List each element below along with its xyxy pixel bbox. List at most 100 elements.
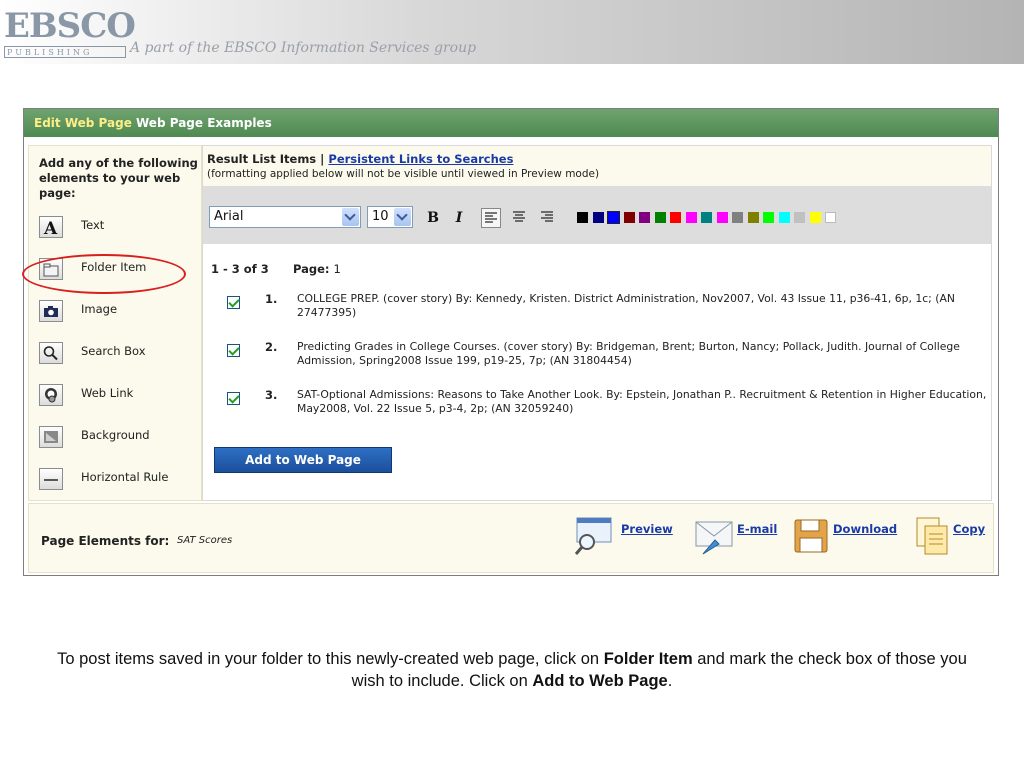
- result-item: 1. COLLEGE PREP. (cover story) By: Kenne…: [203, 292, 991, 336]
- globe-link-icon: [39, 384, 63, 406]
- add-to-web-page-button[interactable]: Add to Web Page: [214, 447, 392, 473]
- svg-text:A: A: [43, 219, 58, 235]
- result-number: 2.: [265, 340, 278, 354]
- preview-icon: [574, 517, 612, 555]
- caption-bold-add-to-web-page: Add to Web Page: [532, 672, 668, 690]
- color-swatch[interactable]: [794, 212, 805, 223]
- copy-link[interactable]: Copy: [953, 522, 985, 536]
- email-link[interactable]: E-mail: [737, 522, 777, 536]
- chevron-down-icon: [342, 208, 359, 226]
- logo-subtext: PUBLISHING: [4, 46, 126, 58]
- color-swatch[interactable]: [592, 212, 604, 223]
- email-action[interactable]: E-mail: [693, 514, 791, 558]
- page-elements-footer: Page Elements for: SAT Scores Preview E-…: [28, 503, 994, 573]
- bold-button[interactable]: B: [423, 208, 443, 228]
- italic-button[interactable]: I: [449, 208, 469, 228]
- tool-image-label: Image: [81, 302, 118, 316]
- tool-web-link-label: Web Link: [81, 386, 134, 400]
- result-list-header: Result List Items | Persistent Links to …: [203, 146, 991, 186]
- background-icon: [39, 426, 63, 448]
- result-item: 2. Predicting Grades in College Courses.…: [203, 340, 991, 384]
- caption-text-1: To post items saved in your folder to th…: [57, 650, 604, 668]
- tool-background-label: Background: [81, 428, 150, 442]
- logo-wordmark: EBSCO: [4, 6, 136, 46]
- page-indicator: Page: 1: [293, 262, 341, 276]
- result-list-title-line: Result List Items | Persistent Links to …: [207, 152, 513, 166]
- color-swatch[interactable]: [654, 212, 666, 223]
- color-swatch[interactable]: [778, 212, 790, 223]
- download-action[interactable]: Download: [791, 514, 903, 558]
- result-citation: Predicting Grades in College Courses. (c…: [297, 340, 960, 367]
- tool-web-link[interactable]: Web Link: [39, 380, 201, 410]
- text-icon: A: [39, 216, 63, 238]
- slide-caption: To post items saved in your folder to th…: [40, 648, 984, 692]
- result-number: 3.: [265, 388, 278, 402]
- copy-icon: [916, 517, 948, 555]
- color-swatch[interactable]: [809, 212, 821, 223]
- elements-panel-heading: Add any of the following elements to you…: [39, 156, 198, 200]
- result-count: 1 - 3 of 3 Page: 1: [211, 262, 341, 276]
- font-family-select[interactable]: Arial: [209, 206, 361, 228]
- color-swatch[interactable]: [670, 212, 681, 223]
- window-titlebar: Edit Web Page Web Page Examples: [24, 109, 998, 137]
- caption-text-3: .: [667, 672, 673, 690]
- magnifier-icon: [39, 342, 63, 364]
- result-citation: COLLEGE PREP. (cover story) By: Kennedy,…: [297, 292, 955, 319]
- color-swatch[interactable]: [607, 211, 620, 224]
- align-center-button[interactable]: [509, 208, 529, 228]
- formatting-note: (formatting applied below will not be vi…: [207, 168, 600, 180]
- web-page-name: Web Page Examples: [136, 116, 272, 130]
- color-swatch[interactable]: [763, 212, 774, 223]
- page-elements-label: Page Elements for:: [41, 534, 170, 548]
- ebsco-banner: EBSCO PUBLISHING A part of the EBSCO Inf…: [0, 0, 1024, 64]
- download-icon: [794, 519, 828, 553]
- ebsco-logo: EBSCO PUBLISHING: [4, 5, 136, 59]
- align-left-button[interactable]: [481, 208, 501, 228]
- email-icon: [695, 521, 733, 555]
- result-range: 1 - 3 of 3: [211, 262, 269, 276]
- header-separator: |: [320, 152, 325, 166]
- folder-item-highlight-ellipse: [22, 254, 186, 294]
- font-size-value: 10: [372, 209, 389, 224]
- align-center-icon: [513, 211, 525, 222]
- page-number[interactable]: 1: [334, 262, 341, 276]
- color-swatch[interactable]: [577, 212, 588, 223]
- tool-text-label: Text: [81, 218, 105, 232]
- copy-action[interactable]: Copy: [913, 514, 991, 558]
- page-elements-value: SAT Scores: [177, 535, 233, 546]
- preview-link[interactable]: Preview: [621, 522, 673, 536]
- tool-text[interactable]: A Text: [39, 212, 201, 242]
- tool-search-box[interactable]: Search Box: [39, 338, 201, 368]
- color-swatch[interactable]: [623, 212, 635, 223]
- font-size-select[interactable]: 10: [367, 206, 413, 228]
- align-right-icon: [541, 211, 553, 222]
- formatting-toolbar: Arial 10 B I: [203, 186, 991, 244]
- color-swatch[interactable]: [825, 212, 836, 223]
- result-number: 1.: [265, 292, 278, 306]
- color-swatch[interactable]: [685, 212, 697, 223]
- tool-horizontal-rule[interactable]: Horizontal Rule: [39, 464, 201, 494]
- result-checkbox[interactable]: [227, 344, 240, 357]
- align-right-button[interactable]: [537, 208, 557, 228]
- download-link[interactable]: Download: [833, 522, 897, 536]
- color-swatch[interactable]: [747, 212, 759, 223]
- edit-web-page-title: Edit Web Page: [34, 116, 132, 130]
- color-swatch[interactable]: [639, 212, 650, 223]
- camera-icon: [39, 300, 63, 322]
- align-left-icon: [485, 212, 497, 223]
- preview-action[interactable]: Preview: [573, 514, 679, 558]
- result-checkbox[interactable]: [227, 296, 240, 309]
- result-checkbox[interactable]: [227, 392, 240, 405]
- tool-search-box-label: Search Box: [81, 344, 146, 358]
- font-family-value: Arial: [214, 209, 244, 224]
- result-item: 3. SAT-Optional Admissions: Reasons to T…: [203, 388, 991, 432]
- page-label: Page:: [293, 262, 330, 276]
- tool-horizontal-rule-label: Horizontal Rule: [81, 470, 169, 484]
- tool-image[interactable]: Image: [39, 296, 201, 326]
- color-swatch[interactable]: [701, 212, 712, 223]
- color-swatch[interactable]: [716, 212, 728, 223]
- tool-background[interactable]: Background: [39, 422, 201, 452]
- color-swatch[interactable]: [732, 212, 743, 223]
- persistent-links-link[interactable]: Persistent Links to Searches: [328, 152, 513, 166]
- edit-web-page-window: Edit Web Page Web Page Examples Add any …: [23, 108, 999, 576]
